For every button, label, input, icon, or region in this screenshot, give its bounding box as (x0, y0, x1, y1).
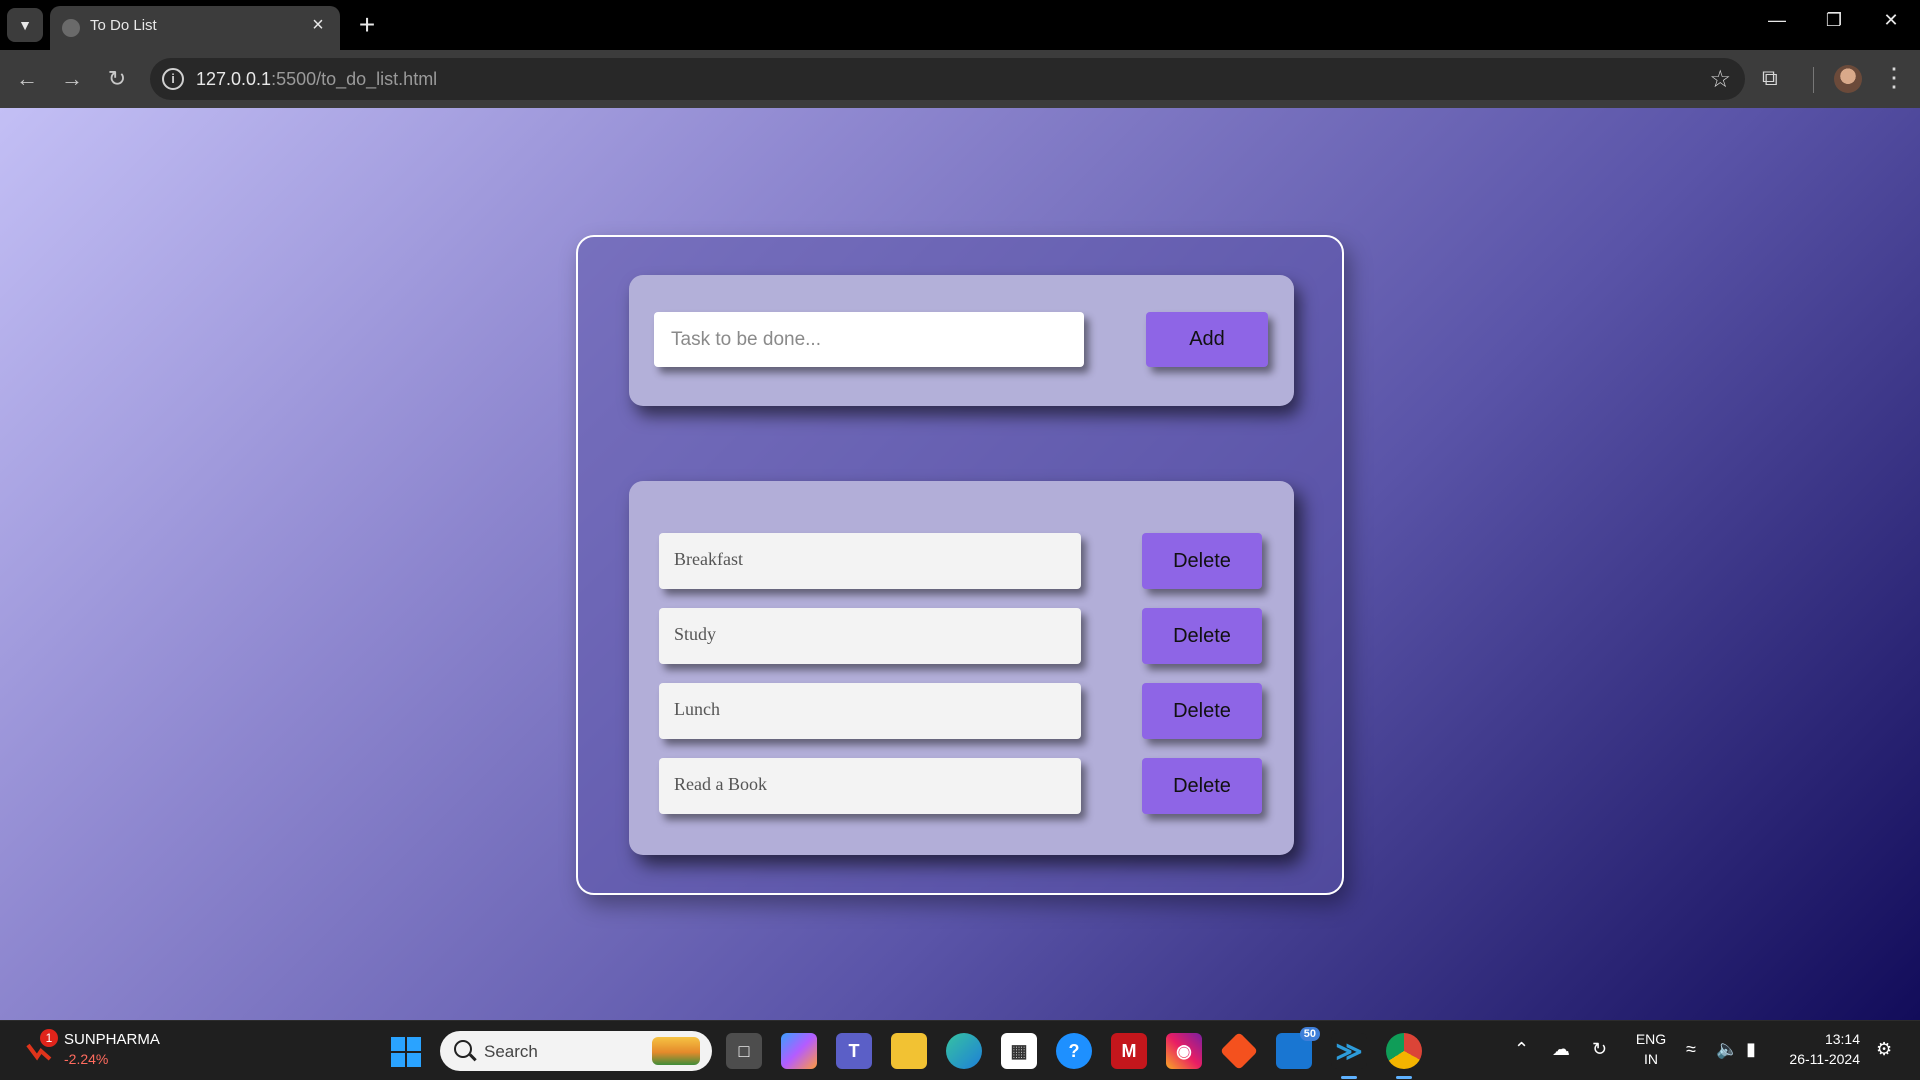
extensions-icon[interactable]: ⧉ (1762, 65, 1778, 91)
new-tab-button[interactable]: + (352, 8, 382, 42)
list-item: Breakfast Delete (659, 533, 1264, 589)
file-explorer-icon[interactable] (891, 1033, 927, 1069)
minimize-icon[interactable]: — (1757, 10, 1797, 31)
close-icon[interactable]: × (306, 14, 330, 37)
task-text: Read a Book (659, 758, 1081, 814)
help-icon[interactable]: ? (1056, 1033, 1092, 1069)
language-primary[interactable]: ENG (1634, 1031, 1668, 1047)
task-text: Lunch (659, 683, 1081, 739)
instagram-icon[interactable]: ◉ (1166, 1033, 1202, 1069)
delete-button[interactable]: Delete (1142, 533, 1262, 589)
taskbar-search[interactable]: Search (440, 1031, 712, 1071)
mail-icon[interactable]: 50 (1276, 1027, 1320, 1069)
teams-icon[interactable]: T (836, 1033, 872, 1069)
vscode-icon[interactable]: ≫ (1331, 1033, 1367, 1079)
reload-icon[interactable]: ↻ (100, 63, 134, 97)
back-arrow-icon[interactable]: ← (10, 63, 44, 97)
mail-badge: 50 (1299, 1027, 1320, 1041)
tab-title: To Do List (90, 17, 157, 34)
star-icon[interactable]: ☆ (1709, 65, 1731, 94)
forward-arrow-icon[interactable]: → (55, 63, 89, 97)
os-taskbar: 1 SUNPHARMA -2.24% Search □ T ▦ ? M ◉ 50… (0, 1020, 1920, 1080)
profile-avatar[interactable] (1834, 65, 1862, 93)
edge-icon[interactable] (946, 1033, 982, 1069)
close-window-icon[interactable]: ✕ (1871, 10, 1911, 31)
language-secondary[interactable]: IN (1634, 1051, 1668, 1067)
url-text[interactable]: 127.0.0.1:5500/to_do_list.html (196, 69, 437, 90)
toolbar-divider (1813, 67, 1814, 93)
more-menu-icon[interactable]: ⋮ (1880, 62, 1908, 93)
task-view-icon[interactable]: □ (726, 1033, 762, 1069)
copilot-icon[interactable] (781, 1033, 817, 1069)
restore-icon[interactable]: ❐ (1814, 10, 1854, 31)
search-label: Search (484, 1042, 538, 1061)
favicon-icon (62, 19, 80, 37)
url-host: 127.0.0.1 (196, 69, 272, 89)
git-icon[interactable] (1219, 1031, 1259, 1071)
stock-symbol: SUNPHARMA (64, 1031, 160, 1048)
windows-start-icon[interactable] (391, 1037, 421, 1067)
task-text: Breakfast (659, 533, 1081, 589)
search-icon (454, 1040, 472, 1058)
search-highlight-image (652, 1037, 700, 1065)
task-input[interactable] (654, 312, 1084, 367)
sync-icon[interactable]: ↻ (1592, 1039, 1607, 1060)
browser-toolbar: ← → ↻ i 127.0.0.1:5500/to_do_list.html ☆… (0, 50, 1920, 108)
list-item: Study Delete (659, 608, 1264, 664)
list-item: Read a Book Delete (659, 758, 1264, 814)
list-item: Lunch Delete (659, 683, 1264, 739)
chevron-up-icon[interactable]: ⌃ (1514, 1039, 1529, 1060)
volume-icon[interactable]: 🔈 (1716, 1039, 1738, 1060)
plus-icon: + (358, 9, 376, 40)
browser-tab[interactable]: To Do List × (50, 6, 340, 50)
task-entry-panel: Add (629, 275, 1294, 406)
wifi-icon[interactable]: ≈ (1686, 1039, 1696, 1060)
mcafee-icon[interactable]: M (1111, 1033, 1147, 1069)
address-bar[interactable]: i 127.0.0.1:5500/to_do_list.html ☆ (150, 58, 1745, 100)
chrome-icon[interactable] (1386, 1033, 1422, 1079)
page-viewport: Add Breakfast Delete Study Delete Lunch … (0, 108, 1920, 1020)
url-path: :5500/to_do_list.html (271, 69, 438, 89)
delete-button[interactable]: Delete (1142, 758, 1262, 814)
chevron-down-icon: ▼ (18, 17, 32, 33)
clock-date[interactable]: 26-11-2024 (1776, 1051, 1860, 1067)
clock-time[interactable]: 13:14 (1788, 1031, 1860, 1047)
browser-tab-strip: ▼ To Do List × + — ❐ ✕ (0, 0, 1920, 50)
task-list-panel: Breakfast Delete Study Delete Lunch Dele… (629, 481, 1294, 855)
notifications-icon[interactable]: ⚙ (1876, 1039, 1892, 1060)
tab-search-button[interactable]: ▼ (7, 8, 43, 42)
delete-button[interactable]: Delete (1142, 683, 1262, 739)
battery-icon[interactable]: ▮ (1746, 1039, 1756, 1060)
store-icon[interactable]: ▦ (1001, 1033, 1037, 1069)
stock-change: -2.24% (64, 1051, 109, 1067)
info-icon[interactable]: i (162, 68, 184, 90)
todo-container: Add Breakfast Delete Study Delete Lunch … (576, 235, 1344, 895)
delete-button[interactable]: Delete (1142, 608, 1262, 664)
notification-badge: 1 (40, 1029, 58, 1047)
task-text: Study (659, 608, 1081, 664)
onedrive-icon[interactable]: ☁ (1552, 1039, 1570, 1060)
add-button[interactable]: Add (1146, 312, 1268, 367)
